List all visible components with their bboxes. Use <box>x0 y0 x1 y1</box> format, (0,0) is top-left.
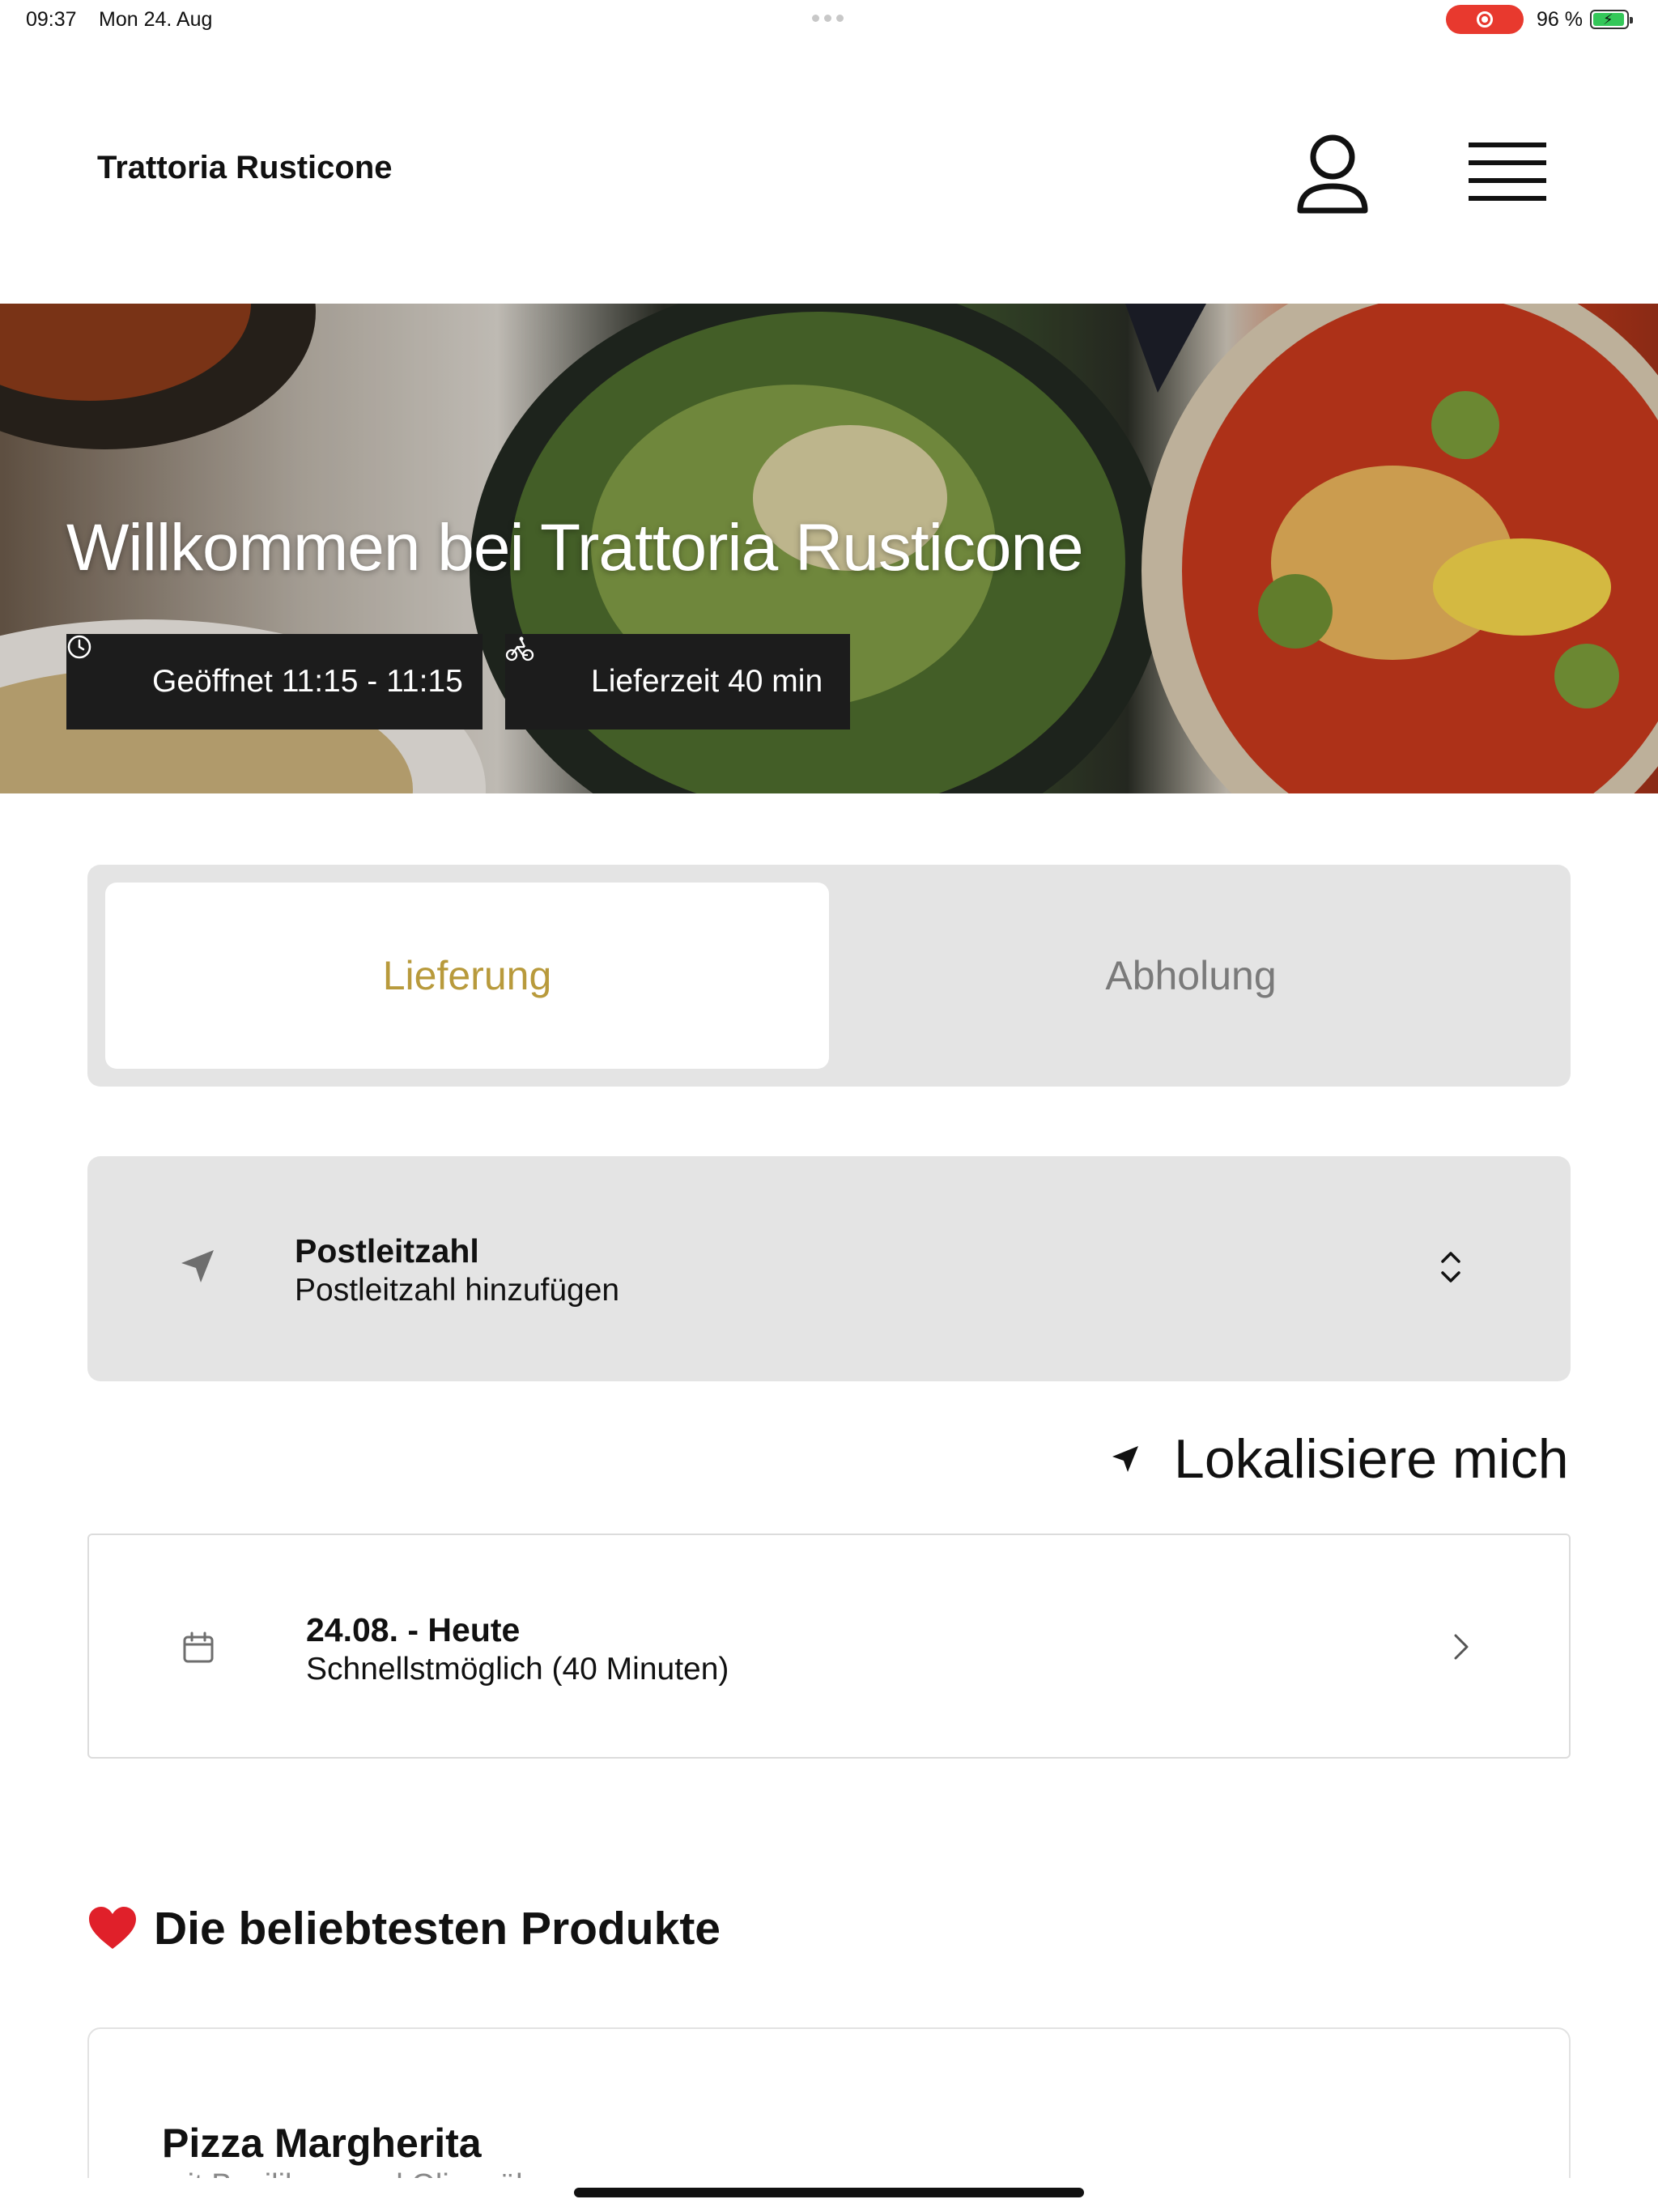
popular-products-title: Die beliebtesten Produkte <box>154 1903 721 1955</box>
pickup-option[interactable]: Abholung <box>829 883 1553 1069</box>
opening-hours-text: Geöffnet 11:15 - 11:15 <box>152 664 463 699</box>
status-time: 09:37 <box>26 8 77 31</box>
battery-icon: ⚡ <box>1590 10 1633 29</box>
clock-icon <box>67 635 128 697</box>
postal-code-selector[interactable]: Postleitzahl Postleitzahl hinzufügen <box>87 1156 1571 1381</box>
locate-me-button[interactable]: Lokalisiere mich <box>1109 1427 1571 1491</box>
popular-products-heading: Die beliebtesten Produkte <box>87 1896 721 1961</box>
postal-code-label: Postleitzahl <box>295 1232 479 1270</box>
heart-icon <box>87 1905 138 1952</box>
location-arrow-icon <box>1109 1443 1141 1475</box>
order-mode-toggle: Lieferung Abholung <box>87 865 1571 1087</box>
delivery-option[interactable]: Lieferung <box>105 883 829 1069</box>
hero-banner: Willkommen bei Trattoria Rusticone Geöff… <box>0 304 1658 793</box>
home-indicator[interactable] <box>574 2188 1084 2197</box>
calendar-icon <box>181 1631 215 1665</box>
locate-me-label: Lokalisiere mich <box>1174 1428 1569 1490</box>
schedule-time: Schnellstmöglich (40 Minuten) <box>306 1652 729 1687</box>
hamburger-menu-icon[interactable] <box>1457 128 1558 219</box>
delivery-schedule-card[interactable]: 24.08. - Heute Schnellstmöglich (40 Minu… <box>87 1534 1571 1759</box>
chevron-right-icon[interactable] <box>1451 1631 1472 1663</box>
product-name: Pizza Margherita <box>162 2121 482 2166</box>
multitasking-dots-icon[interactable] <box>812 15 844 22</box>
brand-title[interactable]: Trattoria Rusticone <box>97 150 393 186</box>
location-arrow-icon <box>178 1247 217 1286</box>
app-header: Trattoria Rusticone <box>0 73 1658 235</box>
delivery-time-chip: Lieferzeit 40 min <box>505 634 850 730</box>
bicycle-icon <box>505 636 567 697</box>
status-date: Mon 24. Aug <box>99 8 213 31</box>
screen-recording-icon[interactable] <box>1446 5 1524 34</box>
battery-percent: 96 % <box>1537 8 1583 31</box>
user-icon[interactable] <box>1287 128 1378 219</box>
delivery-time-text: Lieferzeit 40 min <box>591 664 823 699</box>
hero-title: Willkommen bei Trattoria Rusticone <box>66 511 1084 585</box>
postal-code-placeholder[interactable]: Postleitzahl hinzufügen <box>295 1273 619 1308</box>
schedule-date: 24.08. - Heute <box>306 1611 521 1648</box>
up-down-chevron-icon[interactable] <box>1436 1249 1465 1286</box>
status-bar: 09:37 Mon 24. Aug 96 % ⚡ <box>0 0 1658 39</box>
opening-hours-chip: Geöffnet 11:15 - 11:15 <box>66 634 483 730</box>
